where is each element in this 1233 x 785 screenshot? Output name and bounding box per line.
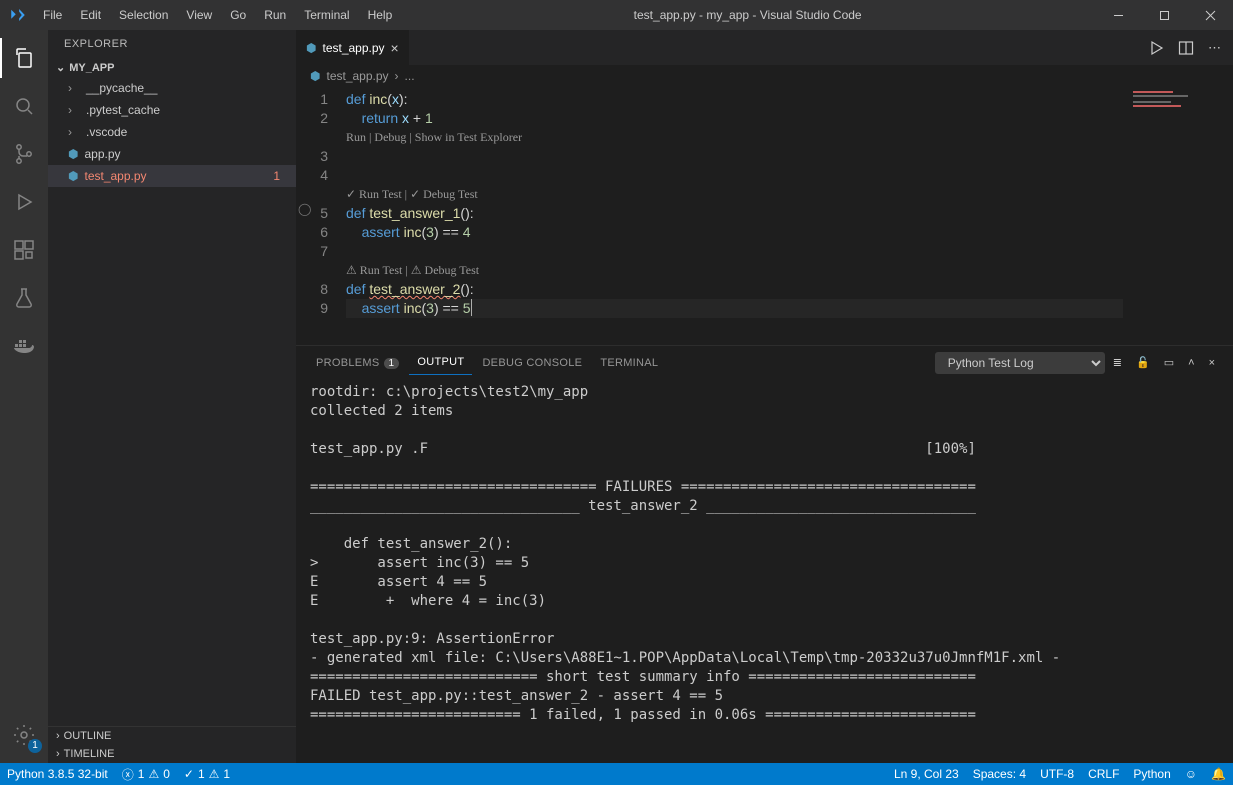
breadcrumb-file: test_app.py	[326, 69, 388, 83]
window-maximize[interactable]	[1141, 0, 1187, 30]
panel-lock-icon[interactable]: 🔓	[1130, 356, 1156, 369]
minimap[interactable]	[1123, 87, 1233, 345]
status-feedback-icon[interactable]: ☺	[1178, 763, 1204, 785]
tab-close-icon[interactable]: ×	[391, 40, 399, 56]
menu-file[interactable]: File	[35, 4, 70, 26]
breadcrumb-sep: ›	[395, 69, 399, 83]
status-cursor[interactable]: Ln 9, Col 23	[887, 763, 966, 785]
menu-run[interactable]: Run	[256, 4, 294, 26]
status-notifications-icon[interactable]: 🔔	[1204, 763, 1233, 785]
activity-bar: 1	[0, 30, 48, 763]
python-file-icon: ⬢	[306, 41, 316, 55]
tree-folder-vscode[interactable]: ›.vscode	[48, 121, 296, 143]
panel-collapse-icon[interactable]: ˄	[1182, 357, 1200, 369]
menu-terminal[interactable]: Terminal	[296, 4, 357, 26]
file-tree: ›__pycache__ ›.pytest_cache ›.vscode ⬢ap…	[48, 77, 296, 726]
error-icon: ⓧ	[122, 766, 134, 783]
timeline-section[interactable]: ›TIMELINE	[48, 745, 296, 763]
title-bar: File Edit Selection View Go Run Terminal…	[0, 0, 1233, 30]
panel-clear-icon[interactable]: ▭	[1158, 356, 1180, 369]
menu-edit[interactable]: Edit	[72, 4, 109, 26]
menu-go[interactable]: Go	[222, 4, 254, 26]
docker-icon[interactable]	[0, 326, 48, 366]
settings-badge: 1	[28, 739, 42, 753]
tree-folder-pytest-cache[interactable]: ›.pytest_cache	[48, 99, 296, 121]
explorer-icon[interactable]	[0, 38, 48, 78]
panel-close-icon[interactable]: ×	[1203, 357, 1221, 369]
output-channel-select[interactable]: Python Test Log	[935, 352, 1105, 374]
app-logo	[0, 6, 35, 24]
panel-tab-terminal[interactable]: TERMINAL	[592, 351, 666, 375]
status-bar: Python 3.8.5 32-bit ⓧ1 ⚠0 ✓1 ⚠1 Ln 9, Co…	[0, 763, 1233, 785]
outline-section[interactable]: ›OUTLINE	[48, 727, 296, 745]
tree-folder-pycache[interactable]: ›__pycache__	[48, 77, 296, 99]
python-file-icon: ⬢	[310, 69, 320, 83]
status-lang[interactable]: Python	[1126, 763, 1177, 785]
extensions-icon[interactable]	[0, 230, 48, 270]
status-encoding[interactable]: UTF-8	[1033, 763, 1081, 785]
tree-file-test-app[interactable]: ⬢test_app.py1	[48, 165, 296, 187]
status-tests[interactable]: ✓1 ⚠1	[177, 763, 237, 785]
test-icon[interactable]	[0, 278, 48, 318]
run-file-icon[interactable]	[1148, 40, 1164, 56]
status-spaces[interactable]: Spaces: 4	[966, 763, 1033, 785]
tab-test-app[interactable]: ⬢ test_app.py ×	[296, 30, 410, 65]
breadcrumb-more: ...	[405, 69, 415, 83]
window-title: test_app.py - my_app - Visual Studio Cod…	[400, 8, 1095, 22]
fail-icon: ⚠	[209, 767, 220, 781]
settings-icon[interactable]: 1	[0, 715, 48, 755]
panel-tabs: PROBLEMS1 OUTPUT DEBUG CONSOLE TERMINAL …	[296, 346, 1233, 379]
menu-bar: File Edit Selection View Go Run Terminal…	[35, 4, 400, 26]
status-problems[interactable]: ⓧ1 ⚠0	[115, 763, 177, 785]
editor-area: ⬢ test_app.py × ⋯ ⬢ test_app.py › ... ◯ …	[296, 30, 1233, 763]
tab-bar: ⬢ test_app.py × ⋯	[296, 30, 1233, 65]
status-python[interactable]: Python 3.8.5 32-bit	[0, 763, 115, 785]
panel-tab-output[interactable]: OUTPUT	[409, 350, 472, 375]
panel-tab-problems[interactable]: PROBLEMS1	[308, 351, 407, 375]
output-body[interactable]: rootdir: c:\projects\test2\my_app collec…	[296, 379, 1233, 763]
breadcrumbs[interactable]: ⬢ test_app.py › ...	[296, 65, 1233, 87]
window-minimize[interactable]	[1095, 0, 1141, 30]
editor[interactable]: ◯ 12 34 567 89 def inc(x): return x + 1R…	[296, 87, 1233, 345]
more-actions-icon[interactable]: ⋯	[1208, 40, 1221, 56]
panel-filter-icon[interactable]: ≣	[1107, 356, 1128, 369]
warning-icon: ⚠	[148, 767, 159, 781]
panel: PROBLEMS1 OUTPUT DEBUG CONSOLE TERMINAL …	[296, 345, 1233, 763]
pass-icon: ✓	[184, 767, 194, 781]
status-eol[interactable]: CRLF	[1081, 763, 1126, 785]
menu-help[interactable]: Help	[360, 4, 401, 26]
panel-tab-debug[interactable]: DEBUG CONSOLE	[474, 351, 590, 375]
tree-file-app[interactable]: ⬢app.py	[48, 143, 296, 165]
code-content[interactable]: def inc(x): return x + 1Run | Debug | Sh…	[346, 87, 1233, 345]
menu-view[interactable]: View	[178, 4, 220, 26]
search-icon[interactable]	[0, 86, 48, 126]
sidebar-title: EXPLORER	[48, 30, 296, 58]
source-control-icon[interactable]	[0, 134, 48, 174]
sidebar-root[interactable]: ⌄MY_APP	[48, 58, 296, 77]
sidebar: EXPLORER ⌄MY_APP ›__pycache__ ›.pytest_c…	[48, 30, 296, 763]
run-debug-icon[interactable]	[0, 182, 48, 222]
window-close[interactable]	[1187, 0, 1233, 30]
tab-label: test_app.py	[322, 41, 384, 55]
split-editor-icon[interactable]	[1178, 40, 1194, 56]
menu-selection[interactable]: Selection	[111, 4, 176, 26]
